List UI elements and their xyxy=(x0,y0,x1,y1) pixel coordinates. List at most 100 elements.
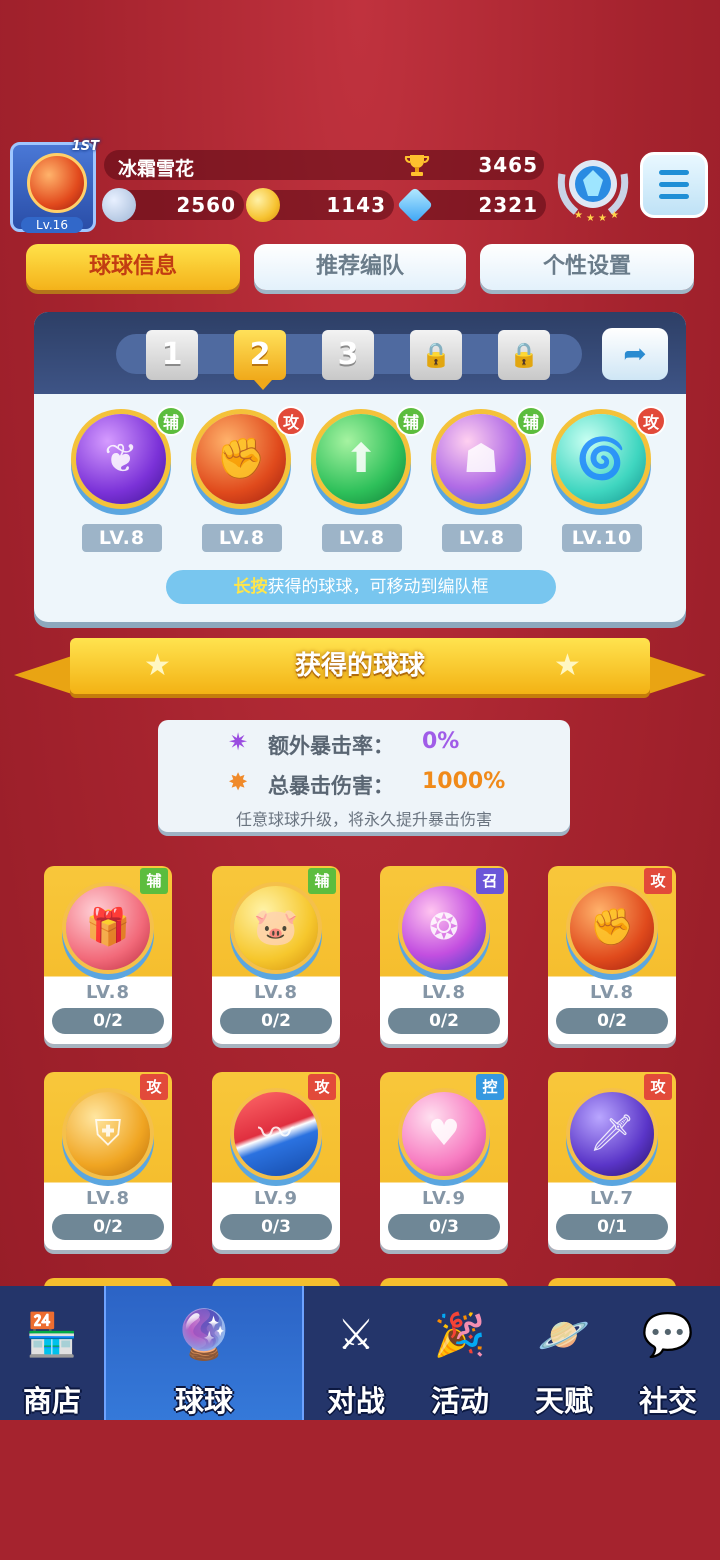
fist-icon: ✊ xyxy=(216,436,266,482)
tab-ball-info[interactable]: 球球信息 xyxy=(26,244,240,290)
nav-talent-label: 天赋 xyxy=(534,1384,593,1418)
ball-card-sword[interactable]: 🗡 攻 LV.7 0/1 xyxy=(548,1072,676,1250)
svg-text:★: ★ xyxy=(586,213,595,224)
team-ball-3[interactable]: ⬆ xyxy=(316,414,406,504)
team-ball-4[interactable]: ☗ xyxy=(436,414,526,504)
heart-icon: ♥ xyxy=(402,1092,486,1176)
card-level: LV.8 xyxy=(422,982,466,1003)
lineup-slot-4-lock-icon[interactable]: 🔒 xyxy=(410,330,462,380)
nav-talent[interactable]: 🪐 天赋 xyxy=(512,1286,616,1420)
active-slot-pointer xyxy=(254,380,272,390)
ball-card-piggy[interactable]: 🐷 辅 LV.8 0/2 xyxy=(212,866,340,1044)
card-role: 攻 xyxy=(308,1074,336,1100)
star-arrow-icon: ⬆ xyxy=(344,436,378,482)
svg-text:★: ★ xyxy=(610,210,619,221)
avatar-ball-icon xyxy=(27,153,87,213)
card-role: 召 xyxy=(476,868,504,894)
card-progress: 0/2 xyxy=(52,1008,164,1034)
silver-coin-icon xyxy=(102,188,136,222)
diamond-bar[interactable]: 2321 xyxy=(396,186,546,224)
card-level: LV.9 xyxy=(422,1188,466,1209)
card-progress: 0/2 xyxy=(220,1008,332,1034)
trophy-count: 3465 xyxy=(478,153,538,177)
ball-card-fist[interactable]: ✊ 攻 LV.8 0/2 xyxy=(548,866,676,1044)
hint-text: 获得的球球，可移动到编队框 xyxy=(267,577,489,597)
ball-card-gift[interactable]: 🎁 辅 LV.8 0/2 xyxy=(44,866,172,1044)
team-ball-2-role: 攻 xyxy=(276,406,306,436)
section-ribbon: ★ ★ 获得的球球 xyxy=(14,638,706,700)
nav-event[interactable]: 🎉 活动 xyxy=(408,1286,512,1420)
tab-recommended-team[interactable]: 推荐编队 xyxy=(254,244,466,290)
ball-card-phoenix[interactable]: ❂ 召 LV.8 0/2 xyxy=(380,866,508,1044)
nav-balls[interactable]: 🔮 球球 xyxy=(104,1286,304,1420)
ball-card-knight[interactable]: ⛨ 攻 LV.8 0/2 xyxy=(44,1072,172,1250)
lineup-slot-3[interactable]: 3 xyxy=(322,330,374,380)
ball-card-heart[interactable]: ♥ 控 LV.9 0/3 xyxy=(380,1072,508,1250)
card-role: 辅 xyxy=(308,868,336,894)
ball-card-wave[interactable]: 〰 攻 LV.9 0/3 xyxy=(212,1072,340,1250)
crit-rate-icon: ✷ xyxy=(228,728,249,756)
svg-text:★: ★ xyxy=(598,213,607,224)
gold-coin-icon xyxy=(246,188,280,222)
tornado-icon: 🌀 xyxy=(576,436,626,482)
team-ball-5[interactable]: 🌀 xyxy=(556,414,646,504)
card-role: 攻 xyxy=(644,1074,672,1100)
share-icon[interactable]: ➦ xyxy=(602,328,668,380)
talent-icon: 🪐 xyxy=(537,1310,591,1359)
team-ball-2[interactable]: ✊ xyxy=(196,414,286,504)
card-role: 攻 xyxy=(140,1074,168,1100)
total-crit-damage-value: 1000% xyxy=(422,769,506,794)
lineup-hint: 长按获得的球球，可移动到编队框 xyxy=(166,570,556,604)
card-role: 控 xyxy=(476,1074,504,1100)
team-ball-4-role: 辅 xyxy=(516,406,546,436)
gold-coin-bar[interactable]: 1143 xyxy=(246,188,394,222)
player-avatar[interactable]: 1ST Lv.16 xyxy=(10,139,99,233)
lineup-slot-1[interactable]: 1 xyxy=(146,330,198,380)
trophy-icon xyxy=(404,155,430,176)
player-level: Lv.16 xyxy=(21,217,83,233)
nav-battle-label: 对战 xyxy=(326,1384,385,1418)
phoenix-icon: ❂ xyxy=(402,886,486,970)
crit-info-panel: ✷ 额外暴击率： 0% ✸ 总暴击伤害： 1000% 任意球球升级，将永久提升暴… xyxy=(158,720,570,832)
card-progress: 0/3 xyxy=(388,1214,500,1240)
lineup-slot-5-lock-icon[interactable]: 🔒 xyxy=(498,330,550,380)
card-role: 辅 xyxy=(140,868,168,894)
team-ball-5-role: 攻 xyxy=(636,406,666,436)
nav-social[interactable]: 💬 社交 xyxy=(616,1286,720,1420)
lineup-slot-2[interactable]: 2 xyxy=(234,330,286,380)
silver-coin-bar[interactable]: 2560 xyxy=(102,188,244,222)
rank-badge-icon[interactable]: ★ ★ ★ ★ xyxy=(556,150,630,224)
nav-shop[interactable]: 🏪 商店 xyxy=(0,1286,104,1420)
gift-icon: 🎁 xyxy=(66,886,150,970)
battle-icon: ⚔ xyxy=(337,1310,375,1359)
tab-personal-settings[interactable]: 个性设置 xyxy=(480,244,694,290)
team-ball-1-level: LV.8 xyxy=(82,524,162,552)
card-progress: 0/2 xyxy=(388,1008,500,1034)
social-icon: 💬 xyxy=(641,1310,695,1359)
nav-balls-label: 球球 xyxy=(174,1384,233,1418)
player-name: 冰霜雪花 xyxy=(118,158,195,180)
nav-social-label: 社交 xyxy=(638,1384,697,1418)
svg-text:★: ★ xyxy=(574,210,583,221)
crit-damage-icon: ✸ xyxy=(228,768,249,796)
card-level: LV.8 xyxy=(86,1188,130,1209)
card-level: LV.8 xyxy=(86,982,130,1003)
team-ball-1[interactable]: ❦ xyxy=(76,414,166,504)
extra-crit-rate-value: 0% xyxy=(422,729,460,754)
hint-highlight: 长按 xyxy=(233,577,268,597)
crit-note: 任意球球升级，将永久提升暴击伤害 xyxy=(235,810,492,829)
extra-crit-rate-label: 额外暴击率： xyxy=(268,734,394,758)
card-level: LV.8 xyxy=(590,982,634,1003)
rank-tag: 1ST xyxy=(71,139,99,154)
nav-shop-label: 商店 xyxy=(22,1384,81,1418)
menu-icon-line xyxy=(659,182,689,187)
team-ball-5-level: LV.10 xyxy=(562,524,642,552)
bottom-nav: 🏪 商店 🔮 球球 ⚔ 对战 🎉 活动 🪐 天赋 💬 社交 xyxy=(0,1286,720,1420)
fist-icon: ✊ xyxy=(570,886,654,970)
card-progress: 0/2 xyxy=(52,1214,164,1240)
gold-coin-value: 1143 xyxy=(326,193,386,217)
nav-battle[interactable]: ⚔ 对战 xyxy=(304,1286,408,1420)
menu-button[interactable] xyxy=(640,152,708,218)
leaf-icon: ❦ xyxy=(104,436,138,482)
wave-icon: 〰 xyxy=(234,1092,318,1176)
